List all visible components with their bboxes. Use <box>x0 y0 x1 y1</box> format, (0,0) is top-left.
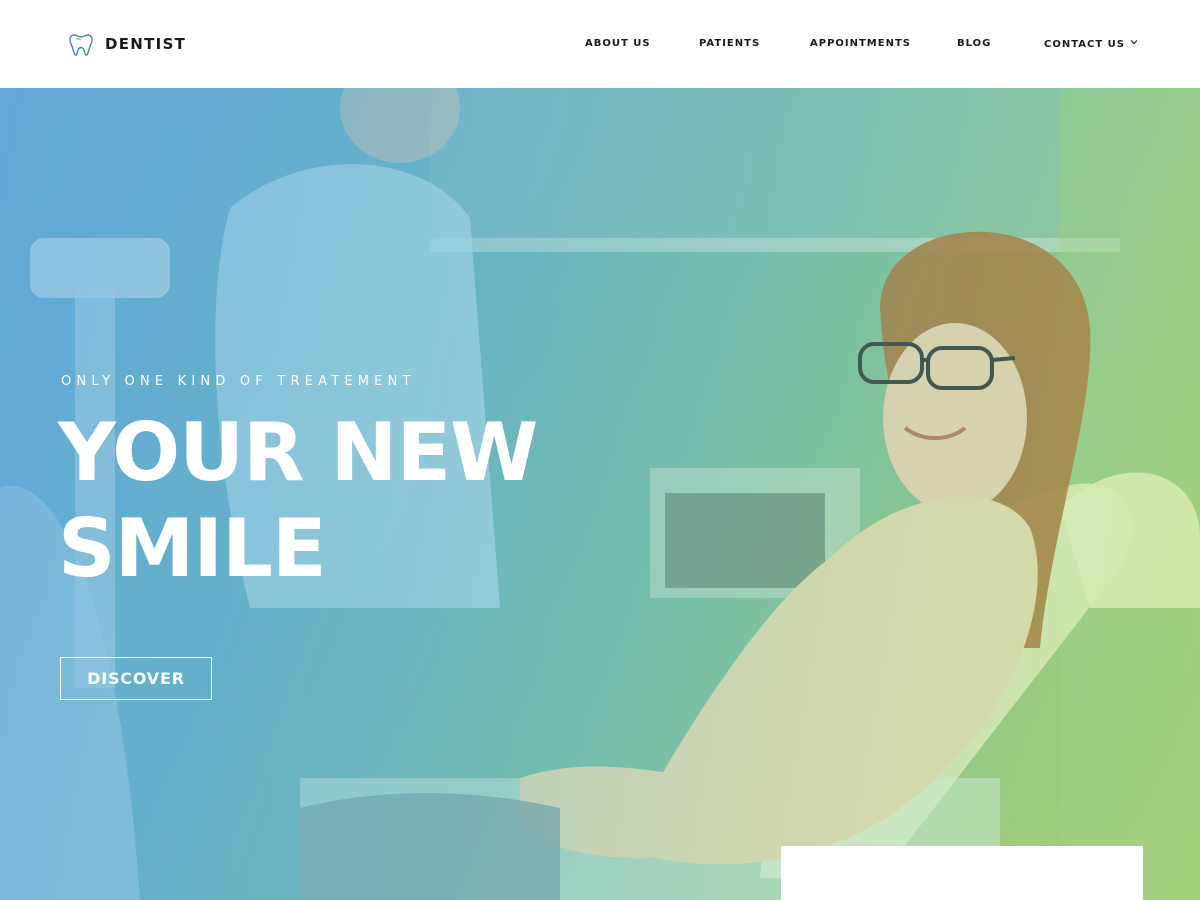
nav-about-us[interactable]: ABOUT US <box>585 38 651 49</box>
nav-appointments[interactable]: APPOINTMENTS <box>810 38 911 49</box>
hero-eyebrow: ONLY ONE KIND OF TREATEMENT <box>61 374 416 389</box>
hero-headline-line2: SMILE <box>58 502 327 595</box>
hero-headline-line1: YOUR NEW <box>58 406 538 499</box>
hero-banner: ONLY ONE KIND OF TREATEMENT YOUR NEW SMI… <box>0 88 1200 900</box>
nav-contact-label: CONTACT US <box>1044 39 1125 50</box>
main-nav: ABOUT US PATIENTS APPOINTMENTS BLOG CONT… <box>0 38 1200 52</box>
discover-button[interactable]: DISCOVER <box>60 657 212 700</box>
site-header: DENTIST ABOUT US PATIENTS APPOINTMENTS B… <box>0 0 1200 88</box>
chevron-down-icon <box>1130 40 1138 45</box>
info-card <box>781 846 1143 900</box>
nav-contact-us[interactable]: CONTACT US <box>1044 38 1138 50</box>
hero-headline: YOUR NEW SMILE <box>58 405 658 597</box>
nav-blog[interactable]: BLOG <box>957 38 991 49</box>
nav-patients[interactable]: PATIENTS <box>699 38 760 49</box>
